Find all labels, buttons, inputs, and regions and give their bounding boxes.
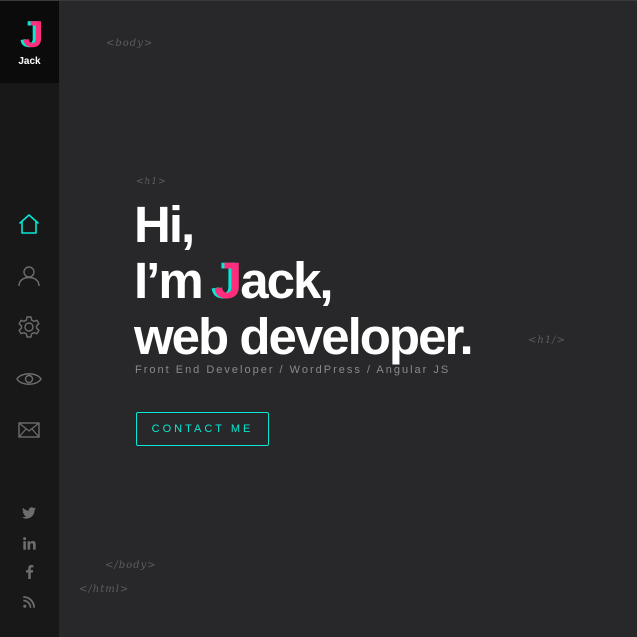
sidebar: J J Jack bbox=[0, 1, 59, 637]
nav-portfolio[interactable] bbox=[14, 364, 44, 394]
social-linkedin[interactable] bbox=[18, 534, 40, 552]
gear-icon bbox=[18, 316, 40, 338]
page: J J Jack <body> <h1> Hi, I’m Jack, web d… bbox=[0, 0, 637, 637]
hero-line-2-suffix: ack, bbox=[240, 252, 333, 309]
html-close-tag: </html> bbox=[79, 584, 130, 595]
social-rss[interactable] bbox=[18, 593, 40, 611]
body-close-tag: </body> bbox=[105, 560, 157, 571]
social-facebook[interactable] bbox=[18, 563, 40, 581]
social-twitter[interactable] bbox=[18, 504, 40, 522]
linkedin-icon bbox=[22, 536, 36, 550]
hero-title: Hi, I’m Jack, web developer. bbox=[134, 196, 474, 365]
h1-open-tag: <h1> bbox=[136, 177, 167, 187]
twitter-icon bbox=[22, 507, 36, 519]
logo-mark: J J bbox=[20, 16, 44, 52]
nav-contact[interactable] bbox=[14, 415, 44, 445]
body-open-tag: <body> bbox=[106, 38, 154, 49]
rss-icon bbox=[23, 596, 35, 608]
hero-accent-letter: J bbox=[213, 252, 242, 309]
eye-icon bbox=[16, 373, 42, 385]
nav-home[interactable] bbox=[14, 209, 44, 239]
nav-skills[interactable] bbox=[14, 312, 44, 342]
contact-me-button[interactable]: CONTACT ME bbox=[136, 412, 269, 446]
hero-line-3: web developer. bbox=[134, 308, 474, 365]
hero-line-2-prefix: I’m bbox=[134, 252, 214, 309]
hero-line-1: Hi, bbox=[134, 196, 195, 253]
facebook-icon bbox=[25, 565, 33, 579]
logo-name: Jack bbox=[18, 56, 41, 67]
nav-about[interactable] bbox=[14, 261, 44, 291]
logo[interactable]: J J Jack bbox=[0, 1, 59, 83]
hero-line-2: I’m Jack, bbox=[134, 253, 472, 309]
user-icon bbox=[18, 266, 40, 287]
logo-letter: J bbox=[23, 16, 44, 52]
hero-subtitle: Front End Developer / WordPress / Angula… bbox=[135, 364, 451, 376]
home-icon bbox=[19, 214, 39, 234]
h1-close-tag: <h1/> bbox=[528, 335, 566, 346]
mail-icon bbox=[18, 422, 40, 438]
